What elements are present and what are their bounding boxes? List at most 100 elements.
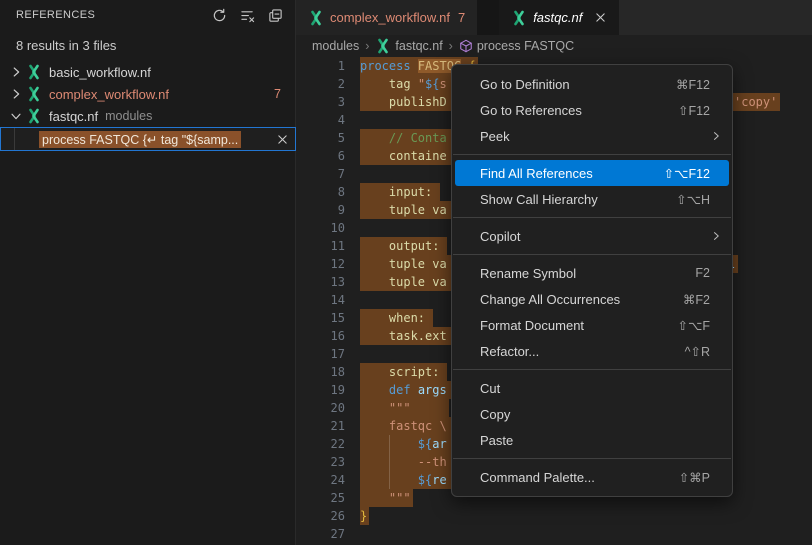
menu-item-shortcut: F2 <box>695 266 710 280</box>
menu-item-label: Refactor... <box>480 344 539 359</box>
collapse-all-button[interactable] <box>265 5 285 25</box>
panel-actions <box>209 5 285 25</box>
reference-highlight-band: """ <box>360 489 413 507</box>
nextflow-icon <box>26 86 44 102</box>
menu-item-copy[interactable]: Copy <box>452 401 732 427</box>
submenu-arrow-icon <box>710 130 722 142</box>
menu-item-go-to-definition[interactable]: Go to Definition⌘F12 <box>452 71 732 97</box>
menu-item-label: Format Document <box>480 318 584 333</box>
file-path-description: modules <box>105 109 152 123</box>
menu-item-rename-symbol[interactable]: Rename Symbol F2 <box>452 260 732 286</box>
menu-item-paste[interactable]: Paste <box>452 427 732 453</box>
nextflow-icon <box>308 10 324 26</box>
menu-item-peek[interactable]: Peek <box>452 123 732 149</box>
nextflow-icon <box>26 64 42 80</box>
line-number: 16 <box>296 327 345 345</box>
tab-close-icon[interactable] <box>594 11 607 24</box>
chevron-down-icon <box>9 109 23 123</box>
reference-highlight-band: when: <box>360 309 433 327</box>
line-number: 13 <box>296 273 345 291</box>
menu-separator <box>453 369 731 370</box>
line-number: 25 <box>296 489 345 507</box>
code-text: input: <box>345 183 440 201</box>
menu-item-copilot[interactable]: Copilot <box>452 223 732 249</box>
menu-item-cut[interactable]: Cut <box>452 375 732 401</box>
file-result-basic_workflow-nf[interactable]: basic_workflow.nf <box>0 61 295 83</box>
tab-bar: complex_workflow.nf7 fastqc.nf <box>296 0 812 35</box>
close-icon <box>594 11 607 24</box>
line-number: 5 <box>296 129 345 147</box>
results-summary: 8 results in 3 files <box>0 30 295 59</box>
code-text <box>345 219 360 237</box>
line-number: 8 <box>296 183 345 201</box>
menu-item-show-call-hierarchy[interactable]: Show Call Hierarchy⇧⌥H <box>452 186 732 212</box>
reference-highlight-band: """ <box>360 399 449 417</box>
tab-fastqc-nf[interactable]: fastqc.nf <box>499 0 619 35</box>
chevron-down-icon[interactable] <box>8 109 24 123</box>
code-text: """ <box>345 489 413 507</box>
breadcrumb-label: modules <box>312 39 359 53</box>
tab-complex_workflow-nf[interactable]: complex_workflow.nf7 <box>296 0 477 35</box>
chevron-right-icon <box>9 65 23 79</box>
context-menu: Go to Definition⌘F12Go to References⇧F12… <box>451 64 733 497</box>
menu-item-refactor[interactable]: Refactor...^⇧R <box>452 338 732 364</box>
nextflow-icon <box>375 38 391 54</box>
menu-item-format-document[interactable]: Format Document⇧⌥F <box>452 312 732 338</box>
menu-item-shortcut: ⇧⌘P <box>679 470 710 485</box>
reference-result-item[interactable]: process FASTQC {↵ tag "${samp... <box>0 127 296 151</box>
menu-item-label: Rename Symbol <box>480 266 576 281</box>
breadcrumb: modules›fastqc.nf›process FASTQC <box>296 35 812 57</box>
tree-indent-guide <box>14 128 15 150</box>
line-number: 19 <box>296 381 345 399</box>
code-text: } <box>345 507 369 525</box>
symbol-package-icon <box>459 39 473 53</box>
line-number: 21 <box>296 417 345 435</box>
breadcrumb-item-modules[interactable]: modules <box>312 39 359 53</box>
code-fragment: 'copy' <box>731 93 780 111</box>
dismiss-result-icon[interactable] <box>276 133 289 146</box>
line-number: 4 <box>296 111 345 129</box>
code-text <box>345 165 360 183</box>
refresh-button[interactable] <box>209 5 229 25</box>
collapse-all-icon <box>268 8 283 23</box>
symbol-package-icon <box>459 39 473 53</box>
nextflow-icon <box>511 10 527 26</box>
menu-item-change-all-occurrences[interactable]: Change All Occurrences⌘F2 <box>452 286 732 312</box>
menu-separator <box>453 154 731 155</box>
line-number: 2 <box>296 75 345 93</box>
code-text: script: <box>345 363 447 381</box>
chevron-right-icon[interactable] <box>8 65 24 79</box>
close-icon <box>276 133 289 146</box>
breadcrumb-item-process-FASTQC[interactable]: process FASTQC <box>459 39 574 53</box>
menu-item-label: Change All Occurrences <box>480 292 620 307</box>
menu-item-shortcut: ⇧⌥H <box>676 192 710 207</box>
breadcrumb-item-fastqc-nf[interactable]: fastqc.nf <box>375 38 442 54</box>
file-name: complex_workflow.nf <box>49 87 169 102</box>
file-result-fastqc-nf[interactable]: fastqc.nf modules <box>0 105 295 127</box>
clear-all-icon <box>240 8 255 23</box>
nextflow-icon <box>511 10 527 26</box>
nextflow-icon <box>375 38 391 54</box>
clear-all-button[interactable] <box>237 5 257 25</box>
line-number: 22 <box>296 435 345 453</box>
menu-item-find-all-references[interactable]: Find All References⇧⌥F12 <box>455 160 729 186</box>
tab-dirty-count: 7 <box>458 10 465 25</box>
results-tree: basic_workflow.nfcomplex_workflow.nf7fas… <box>0 61 295 127</box>
menu-item-shortcut: ⇧F12 <box>678 103 710 118</box>
reference-match-text: process FASTQC {↵ tag "${samp... <box>39 131 241 148</box>
code-line-27[interactable]: 27 <box>296 525 812 543</box>
menu-item-label: Go to Definition <box>480 77 570 92</box>
menu-item-command-palette[interactable]: Command Palette...⇧⌘P <box>452 464 732 490</box>
line-number: 27 <box>296 525 345 543</box>
code-line-26[interactable]: 26} <box>296 507 812 525</box>
line-number: 23 <box>296 453 345 471</box>
panel-title: REFERENCES <box>16 9 95 21</box>
chevron-right-icon <box>9 87 23 101</box>
menu-item-go-to-references[interactable]: Go to References⇧F12 <box>452 97 732 123</box>
code-text <box>345 111 360 129</box>
tab-separator <box>477 0 499 35</box>
file-name: fastqc.nf <box>49 109 98 124</box>
file-result-complex_workflow-nf[interactable]: complex_workflow.nf7 <box>0 83 295 105</box>
code-text <box>345 525 360 543</box>
chevron-right-icon[interactable] <box>8 87 24 101</box>
